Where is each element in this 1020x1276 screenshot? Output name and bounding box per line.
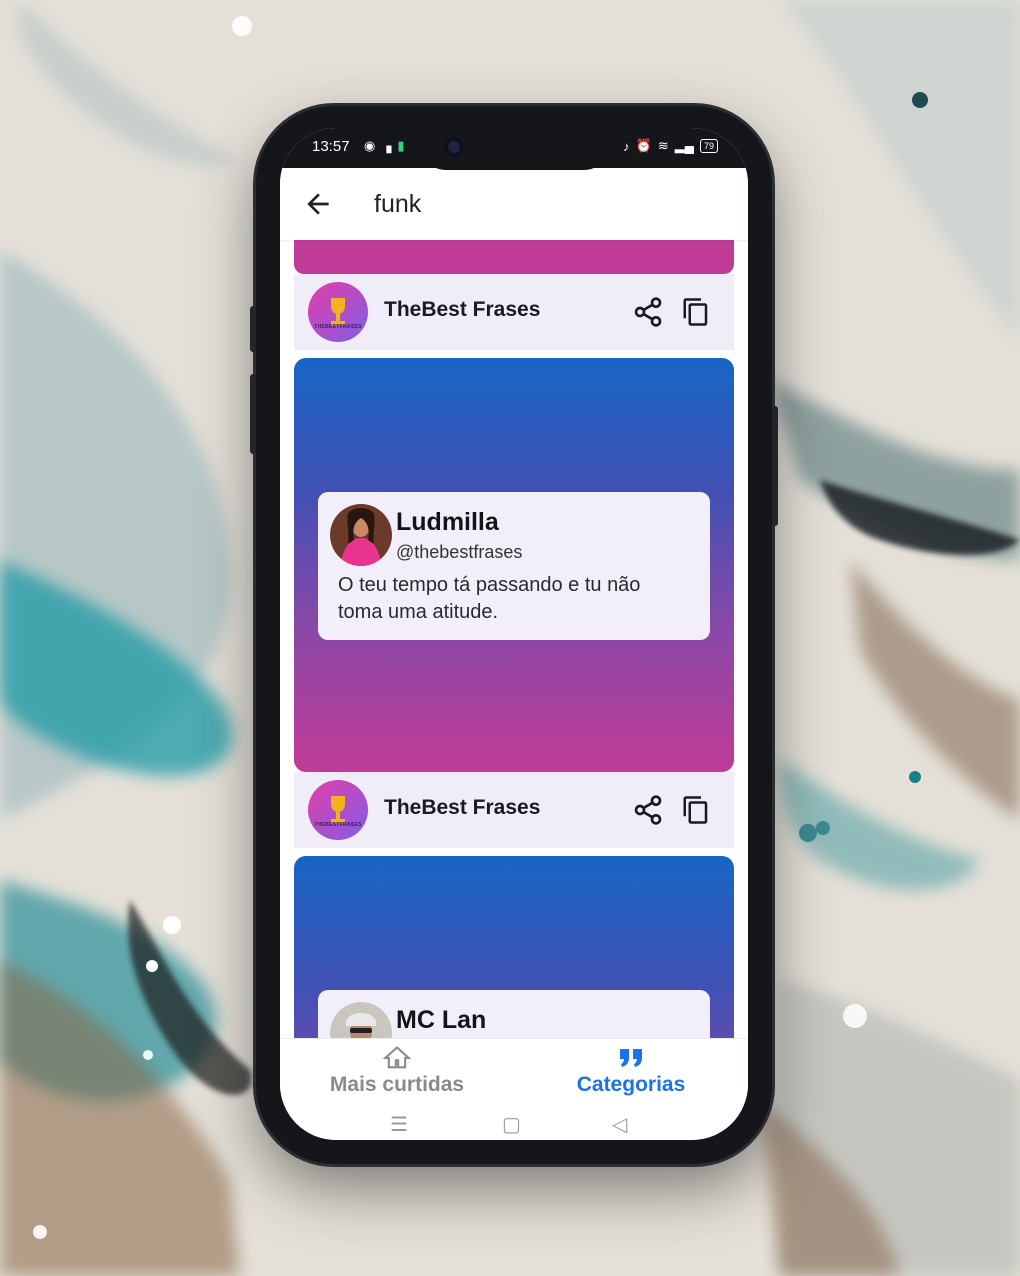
back-button[interactable]: [302, 188, 334, 220]
logo-text: THEBESTFRASES: [314, 822, 362, 828]
avatar: [330, 504, 392, 566]
quote-tweet: MC Lan: [318, 990, 710, 1038]
quotes-feed[interactable]: THEBESTFRASES TheBest Frases Ludmilla @t…: [280, 240, 748, 1038]
author-photo-icon: [330, 504, 392, 566]
phone-frame: 13:57 ◉ ▗ ▮ ♪ ⏰ ≋ ▂▄ 79 funk THEBESTFRAS…: [250, 106, 778, 1164]
phone-side-button: [772, 406, 778, 526]
quote-card[interactable]: MC Lan: [294, 856, 734, 1038]
share-icon: [634, 795, 662, 825]
avatar: [330, 1002, 392, 1038]
brand-name: TheBest Frases: [384, 796, 541, 819]
quote-text: O teu tempo tá passando e tu não toma um…: [338, 574, 641, 623]
copy-icon: [683, 298, 708, 326]
copy-icon: [683, 796, 708, 824]
menu-icon[interactable]: ☰: [390, 1112, 408, 1137]
quote-icon: [620, 1049, 642, 1067]
app-bar: funk: [280, 168, 748, 240]
whatsapp-icon: ◉: [364, 138, 376, 153]
phone-screen: 13:57 ◉ ▗ ▮ ♪ ⏰ ≋ ▂▄ 79 funk THEBESTFRAS…: [280, 128, 748, 1140]
signal-icon: ▂▄: [674, 138, 694, 153]
author-name: Ludmilla: [396, 508, 499, 536]
home-icon: [382, 1046, 412, 1069]
author-name: MC Lan: [396, 1006, 487, 1034]
back-triangle-icon[interactable]: ◁: [612, 1112, 627, 1137]
share-button[interactable]: [630, 294, 666, 330]
brand-name: TheBest Frases: [384, 298, 541, 321]
post-footer: THEBESTFRASES TheBest Frases: [294, 274, 734, 350]
bottom-navigation: Mais curtidas Categorias: [280, 1038, 748, 1111]
mute-icon: ♪: [623, 138, 630, 154]
brand-logo: THEBESTFRASES: [308, 282, 368, 342]
home-square-icon[interactable]: ▢: [502, 1112, 521, 1137]
nav-mais-curtidas[interactable]: Mais curtidas: [280, 1045, 514, 1097]
copy-button[interactable]: [678, 294, 714, 330]
camera-icon: [444, 137, 464, 157]
nav-categorias[interactable]: Categorias: [514, 1045, 748, 1097]
copy-button[interactable]: [678, 792, 714, 828]
quote-tweet: Ludmilla @thebestfrases O teu tempo tá p…: [318, 492, 710, 640]
phone-side-button: [250, 374, 256, 454]
system-navigation-bar: ☰ ▢ ◁: [280, 1110, 748, 1140]
signal-notification-icon: ▗: [381, 138, 392, 153]
status-left-icons: ◉ ▗ ▮: [364, 138, 405, 154]
status-time: 13:57: [312, 138, 350, 155]
brand-logo: THEBESTFRASES: [308, 780, 368, 840]
quote-card[interactable]: Ludmilla @thebestfrases O teu tempo tá p…: [294, 358, 734, 772]
author-photo-icon: [330, 1002, 392, 1038]
author-handle: @thebestfrases: [396, 542, 523, 562]
share-icon: [634, 297, 662, 327]
nav-label: Categorias: [576, 1073, 686, 1096]
post-footer: THEBESTFRASES TheBest Frases: [294, 772, 734, 848]
camera-notch: [420, 128, 610, 170]
app-notification-icon: ▮: [397, 138, 405, 153]
wifi-icon: ≋: [657, 138, 669, 153]
battery-icon: 79: [699, 139, 718, 153]
logo-text: THEBESTFRASES: [314, 324, 362, 330]
arrow-back-icon: [307, 193, 329, 215]
quote-card-partial[interactable]: [294, 240, 734, 274]
status-right-icons: ♪ ⏰ ≋ ▂▄ 79: [623, 138, 718, 154]
alarm-icon: ⏰: [635, 138, 652, 153]
phone-side-button: [250, 306, 256, 352]
share-button[interactable]: [630, 792, 666, 828]
page-title: funk: [374, 190, 422, 218]
nav-label: Mais curtidas: [329, 1073, 465, 1096]
